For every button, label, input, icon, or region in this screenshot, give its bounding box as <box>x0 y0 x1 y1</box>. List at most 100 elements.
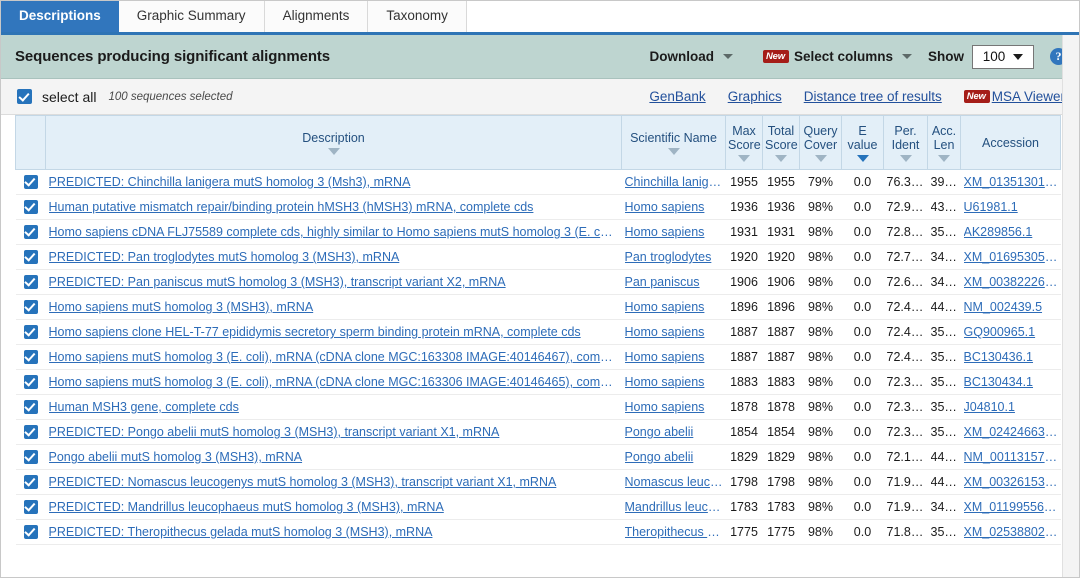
tab-taxonomy[interactable]: Taxonomy <box>368 1 467 32</box>
description-link[interactable]: Human MSH3 gene, complete cds <box>49 400 619 414</box>
e-value-value: 0.0 <box>853 350 872 364</box>
per-ident-value: 72.15% <box>886 450 925 464</box>
scientific-name-link[interactable]: Pongo abelii <box>625 450 723 464</box>
scientific-name-link[interactable]: Homo sapiens <box>625 350 723 364</box>
accession-link-cell: GQ900965.1 <box>960 319 1061 345</box>
acc-len-value-cell: 4438 <box>927 444 961 470</box>
select-all-checkbox[interactable] <box>17 89 32 104</box>
tab-bar: Descriptions Graphic Summary Alignments … <box>1 1 1079 35</box>
row-checkbox[interactable] <box>23 375 38 389</box>
scientific-name-link[interactable]: Homo sapiens <box>625 325 723 339</box>
description-link[interactable]: PREDICTED: Pongo abelii mutS homolog 3 (… <box>49 425 619 439</box>
column-header-total-score[interactable]: Total Score <box>762 115 800 170</box>
scientific-name-link[interactable]: Pan paniscus <box>625 275 723 289</box>
scientific-name-link[interactable]: Pongo abelii <box>625 425 723 439</box>
msa-viewer-link[interactable]: MSA Viewer <box>992 89 1065 104</box>
accession-link[interactable]: XM_003822266.4 <box>964 275 1058 289</box>
acc-len-value-cell: 4401 <box>927 544 961 545</box>
scientific-name-link[interactable]: Mandrillus leuco… <box>625 500 723 514</box>
accession-link[interactable]: XM_013513015.1 <box>964 175 1058 189</box>
select-columns-menu[interactable]: New Select columns <box>757 49 918 64</box>
scientific-name-link-cell: Theropithecus g… <box>621 519 726 545</box>
graphics-link[interactable]: Graphics <box>728 89 782 104</box>
max-score-value: 1896 <box>730 300 758 314</box>
scientific-name-link[interactable]: Homo sapiens <box>625 300 723 314</box>
row-checkbox[interactable] <box>23 300 38 314</box>
per-ident-value: 72.87% <box>886 225 925 239</box>
scientific-name-link[interactable]: Pan troglodytes <box>625 250 723 264</box>
description-link[interactable]: Homo sapiens mutS homolog 3 (E. coli), m… <box>49 375 619 389</box>
description-link[interactable]: Pongo abelii mutS homolog 3 (MSH3), mRNA <box>49 450 619 464</box>
row-checkbox[interactable] <box>23 250 38 264</box>
accession-link[interactable]: XM_003261531.3 <box>964 475 1058 489</box>
row-checkbox[interactable] <box>23 275 38 289</box>
description-link[interactable]: PREDICTED: Mandrillus leucophaeus mutS h… <box>49 500 619 514</box>
genbank-link[interactable]: GenBank <box>649 89 705 104</box>
scientific-name-link-cell: Homo sapiens <box>621 294 726 320</box>
scientific-name-link-cell: Homo sapiens <box>621 344 726 370</box>
row-checkbox[interactable] <box>23 350 38 364</box>
scientific-name-link[interactable]: Nomascus leuco… <box>625 475 723 489</box>
scientific-name-link[interactable]: Homo sapiens <box>625 200 723 214</box>
row-checkbox[interactable] <box>23 200 38 214</box>
description-link[interactable]: PREDICTED: Pan paniscus mutS homolog 3 (… <box>49 275 619 289</box>
accession-link[interactable]: NM_001131571.1 <box>964 450 1058 464</box>
blast-descriptions-page: Descriptions Graphic Summary Alignments … <box>0 0 1080 578</box>
row-checkbox[interactable] <box>23 325 38 339</box>
query-cover-value: 98% <box>807 300 834 314</box>
tab-bar-filler <box>466 1 1079 32</box>
msa-viewer-link-wrap[interactable]: New MSA Viewer <box>963 89 1065 104</box>
download-menu[interactable]: Download <box>644 49 740 64</box>
query-cover-value: 98% <box>807 250 834 264</box>
description-link[interactable]: PREDICTED: Chinchilla lanigera mutS homo… <box>49 175 619 189</box>
column-header-query-cover[interactable]: Query Cover <box>799 115 842 170</box>
scientific-name-link[interactable]: Homo sapiens <box>625 375 723 389</box>
scientific-name-link[interactable]: Homo sapiens <box>625 400 723 414</box>
column-header-e-value[interactable]: E value <box>841 115 884 170</box>
description-link[interactable]: PREDICTED: Pan troglodytes mutS homolog … <box>49 250 619 264</box>
accession-link[interactable]: AK289856.1 <box>964 225 1058 239</box>
table-row: Homo sapiens mutS homolog 3 (E. coli), m… <box>15 344 1061 370</box>
description-link[interactable]: Homo sapiens mutS homolog 3 (E. coli), m… <box>49 350 619 364</box>
row-checkbox[interactable] <box>23 175 38 189</box>
distance-tree-link[interactable]: Distance tree of results <box>804 89 942 104</box>
row-checkbox[interactable] <box>23 500 38 514</box>
scientific-name-link[interactable]: Theropithecus g… <box>625 525 723 539</box>
description-link[interactable]: PREDICTED: Theropithecus gelada mutS hom… <box>49 525 619 539</box>
accession-link[interactable]: BC130434.1 <box>964 375 1058 389</box>
description-link[interactable]: Homo sapiens mutS homolog 3 (MSH3), mRNA <box>49 300 619 314</box>
row-checkbox[interactable] <box>23 475 38 489</box>
row-checkbox[interactable] <box>23 225 38 239</box>
column-header-acc-len[interactable]: Acc. Len <box>927 115 961 170</box>
tab-descriptions[interactable]: Descriptions <box>1 1 119 32</box>
description-link[interactable]: Homo sapiens clone HEL-T-77 epididymis s… <box>49 325 619 339</box>
row-checkbox[interactable] <box>23 525 38 539</box>
accession-link[interactable]: BC130436.1 <box>964 350 1058 364</box>
tab-alignments[interactable]: Alignments <box>264 1 369 32</box>
column-header-per-ident[interactable]: Per. Ident <box>883 115 928 170</box>
scientific-name-link[interactable]: Homo sapiens <box>625 225 723 239</box>
accession-link[interactable]: XM_024246630.1 <box>964 425 1058 439</box>
row-checkbox[interactable] <box>23 400 38 414</box>
description-link[interactable]: PREDICTED: Nomascus leucogenys mutS homo… <box>49 475 619 489</box>
scientific-name-link[interactable]: Chinchilla lanigera <box>625 175 723 189</box>
e-value-value-cell: 0.0 <box>841 219 884 245</box>
show-count-select[interactable]: 100 <box>972 44 1034 69</box>
accession-link[interactable]: U61981.1 <box>964 200 1058 214</box>
tab-graphic-summary[interactable]: Graphic Summary <box>118 1 265 32</box>
accession-link[interactable]: NM_002439.5 <box>964 300 1058 314</box>
row-checkbox[interactable] <box>23 425 38 439</box>
accession-link[interactable]: J04810.1 <box>964 400 1058 414</box>
column-header-scientific-name[interactable]: Scientific Name <box>621 115 726 170</box>
download-label: Download <box>649 49 715 64</box>
row-checkbox[interactable] <box>23 450 38 464</box>
accession-link[interactable]: GQ900965.1 <box>964 325 1058 339</box>
accession-link[interactable]: XM_011995562.1 <box>964 500 1058 514</box>
column-header-max-score[interactable]: Max Score <box>725 115 763 170</box>
accession-link[interactable]: XM_025388025.1 <box>964 525 1058 539</box>
description-link[interactable]: Human putative mismatch repair/binding p… <box>49 200 619 214</box>
description-link[interactable]: Homo sapiens cDNA FLJ75589 complete cds,… <box>49 225 619 239</box>
column-header-description[interactable]: Description <box>45 115 622 170</box>
per-ident-value-cell: 72.90% <box>883 194 928 220</box>
accession-link[interactable]: XM_016953055.2 <box>964 250 1058 264</box>
